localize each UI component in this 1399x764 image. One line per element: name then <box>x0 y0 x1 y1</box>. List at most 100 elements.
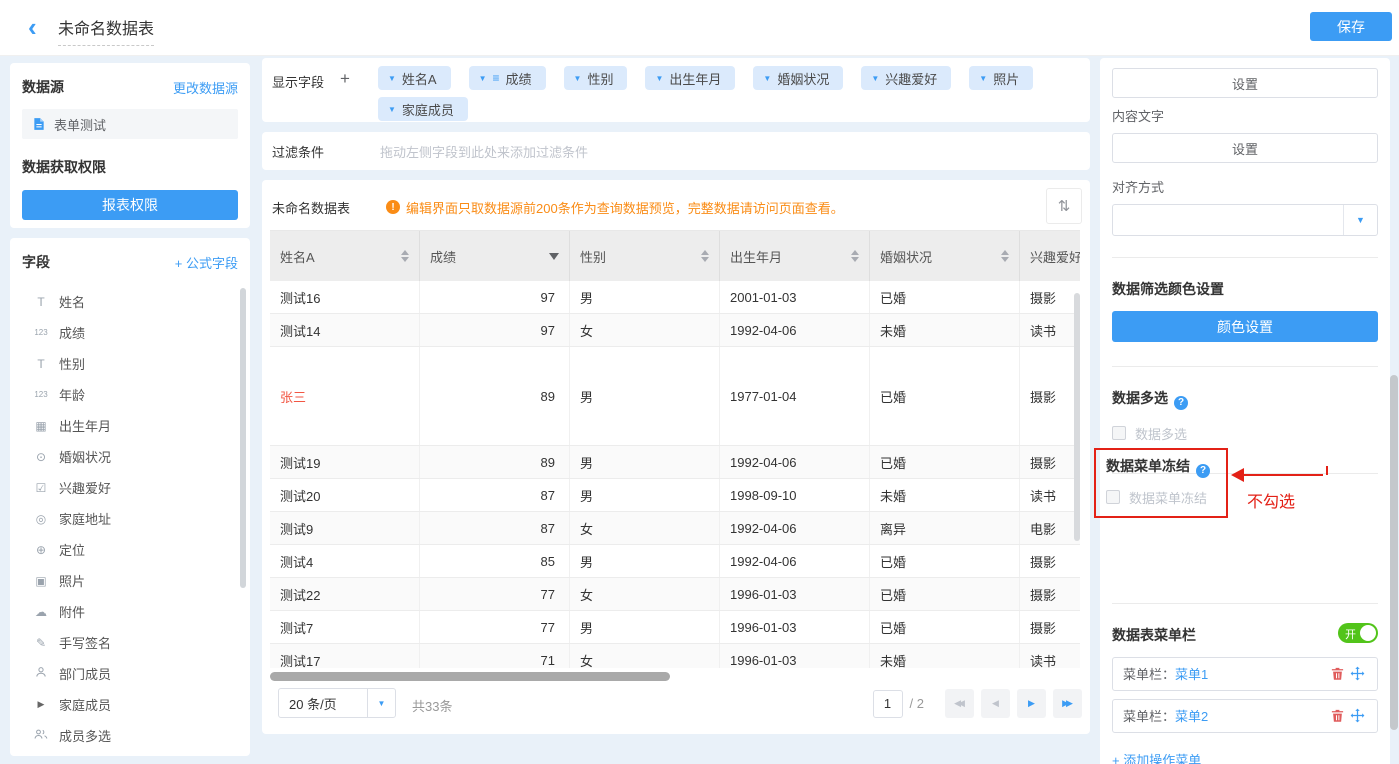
chip-label: 婚姻状况 <box>777 69 829 88</box>
table-row[interactable]: 测试1697男2001-01-03已婚摄影 <box>270 281 1080 314</box>
display-field-chip[interactable]: ▼出生年月 <box>645 66 735 90</box>
fields-scrollbar[interactable] <box>240 288 246 588</box>
field-item[interactable]: 123成绩 <box>22 317 238 348</box>
delete-icon[interactable] <box>1327 708 1347 723</box>
field-item[interactable]: ☑兴趣爱好 <box>22 472 238 503</box>
menu-item[interactable]: 菜单栏：菜单2 <box>1112 699 1378 733</box>
display-field-chip[interactable]: ▼婚姻状况 <box>753 66 843 90</box>
column-header[interactable]: 成绩 <box>420 231 570 281</box>
color-settings-button[interactable]: 颜色设置 <box>1112 311 1378 342</box>
menu-freeze-section: 数据菜单冻结? 数据菜单冻结 <box>1106 456 1226 507</box>
table-vertical-scrollbar[interactable] <box>1074 293 1080 541</box>
filter-dropzone[interactable]: 拖动左侧字段到此处来添加过滤条件 <box>380 142 588 161</box>
sort-icon[interactable] <box>701 250 709 262</box>
field-item[interactable]: ⊙婚姻状况 <box>22 441 238 472</box>
cell-hobby: 读书 <box>1020 644 1080 668</box>
menu-name-link[interactable]: 菜单2 <box>1175 709 1208 724</box>
table-row[interactable]: 张三89男1977-01-04已婚摄影 <box>270 347 1080 446</box>
field-item[interactable]: 123年龄 <box>22 379 238 410</box>
field-label: 部门成员 <box>59 664 111 683</box>
settings-button-1[interactable]: 设置 <box>1112 68 1378 98</box>
field-item[interactable]: ◎家庭地址 <box>22 503 238 534</box>
report-permission-button[interactable]: 报表权限 <box>22 190 238 220</box>
filter-label: 过滤条件 <box>272 142 324 161</box>
move-icon[interactable] <box>1347 666 1367 681</box>
sort-desc-icon[interactable] <box>549 253 559 260</box>
add-action-menu-link[interactable]: + 添加操作菜单 <box>1112 750 1201 764</box>
field-item[interactable]: ✎手写签名 <box>22 627 238 658</box>
table-row[interactable]: 测试777男1996-01-03已婚摄影 <box>270 611 1080 644</box>
prev-page-button[interactable]: ◀ <box>981 689 1010 718</box>
display-field-chip[interactable]: ▼照片 <box>969 66 1033 90</box>
first-page-button[interactable]: ◀◀ <box>945 689 974 718</box>
cell-hobby: 电影 <box>1020 512 1080 544</box>
datasource-item[interactable]: 表单测试 <box>22 109 238 139</box>
help-icon[interactable]: ? <box>1196 464 1210 478</box>
display-field-chip[interactable]: ▼姓名A <box>378 66 451 90</box>
table-horizontal-scrollbar[interactable] <box>270 672 670 681</box>
field-item[interactable]: T姓名 <box>22 286 238 317</box>
add-display-field-icon[interactable]: + <box>340 69 350 89</box>
table-menu-toggle[interactable]: 开 <box>1338 623 1378 643</box>
field-item[interactable]: 成员多选 <box>22 720 238 751</box>
change-datasource-link[interactable]: 更改数据源 <box>173 78 238 97</box>
sort-icon[interactable] <box>1001 250 1009 262</box>
display-field-chip[interactable]: ▼≡成绩 <box>469 66 546 90</box>
next-page-button[interactable]: ▶ <box>1017 689 1046 718</box>
field-item[interactable]: ☁附件 <box>22 596 238 627</box>
table-row[interactable]: 测试1989男1992-04-06已婚摄影 <box>270 446 1080 479</box>
page-scrollbar[interactable] <box>1390 375 1398 730</box>
help-icon[interactable]: ? <box>1174 396 1188 410</box>
last-page-button[interactable]: ▶▶ <box>1053 689 1082 718</box>
column-header[interactable]: 兴趣爱好 <box>1020 231 1080 281</box>
add-formula-field-link[interactable]: + 公式字段 <box>175 253 238 272</box>
field-item[interactable]: ▦出生年月 <box>22 410 238 441</box>
people-icon <box>32 728 50 743</box>
menu-item[interactable]: 菜单栏：菜单1 <box>1112 657 1378 691</box>
sort-icon[interactable] <box>851 250 859 262</box>
table-menu-title: 数据表菜单栏 <box>1112 627 1196 643</box>
cell-birth: 1992-04-06 <box>720 545 870 577</box>
table-row[interactable]: 测试2087男1998-09-10未婚读书 <box>270 479 1080 512</box>
field-item[interactable]: 部门成员 <box>22 658 238 689</box>
table-row[interactable]: 测试485男1992-04-06已婚摄影 <box>270 545 1080 578</box>
display-field-chip[interactable]: ▼家庭成员 <box>378 97 468 121</box>
sort-order-button[interactable]: ⇅ <box>1046 188 1082 224</box>
checkbox-icon[interactable] <box>1112 426 1126 440</box>
column-header[interactable]: 性别 <box>570 231 720 281</box>
cell-gender: 女 <box>570 644 720 668</box>
field-item[interactable]: T性别 <box>22 348 238 379</box>
table-row[interactable]: 测试1497女1992-04-06未婚读书 <box>270 314 1080 347</box>
table-row[interactable]: 测试1771女1996-01-03未婚读书 <box>270 644 1080 668</box>
sort-lines-icon: ≡ <box>493 71 500 85</box>
save-button[interactable]: 保存 <box>1310 12 1392 41</box>
display-field-chip[interactable]: ▼兴趣爱好 <box>861 66 951 90</box>
column-header[interactable]: 姓名A <box>270 231 420 281</box>
cell-birth: 1996-01-03 <box>720 578 870 610</box>
field-label: 附件 <box>59 602 85 621</box>
page-title[interactable]: 未命名数据表 <box>58 15 154 46</box>
table-row[interactable]: 测试2277女1996-01-03已婚摄影 <box>270 578 1080 611</box>
sort-icon[interactable] <box>401 250 409 262</box>
display-field-chip[interactable]: ▼性别 <box>564 66 628 90</box>
table-row[interactable]: 测试987女1992-04-06离异电影 <box>270 512 1080 545</box>
align-select[interactable]: ▼ <box>1112 204 1378 236</box>
delete-icon[interactable] <box>1327 666 1347 681</box>
settings-button-2[interactable]: 设置 <box>1112 133 1378 163</box>
cell-birth: 1992-04-06 <box>720 314 870 346</box>
cell-name: 测试9 <box>270 512 420 544</box>
field-item[interactable]: ▣照片 <box>22 565 238 596</box>
field-item[interactable]: ⊕定位 <box>22 534 238 565</box>
field-item[interactable]: ▶家庭成员 <box>22 689 238 720</box>
person-icon <box>32 666 50 681</box>
column-header[interactable]: 婚姻状况 <box>870 231 1020 281</box>
page-input[interactable]: 1 <box>873 690 903 718</box>
column-header[interactable]: 出生年月 <box>720 231 870 281</box>
move-icon[interactable] <box>1347 708 1367 723</box>
menu-name-link[interactable]: 菜单1 <box>1175 667 1208 682</box>
page-size-select[interactable]: 20 条/页 ▼ <box>278 688 396 718</box>
back-icon[interactable]: ‹ <box>28 12 37 42</box>
checkbox-icon[interactable] <box>1106 490 1120 504</box>
menu-freeze-checkbox-row[interactable]: 数据菜单冻结 <box>1106 488 1226 507</box>
multi-select-checkbox-row[interactable]: 数据多选 <box>1112 424 1378 443</box>
